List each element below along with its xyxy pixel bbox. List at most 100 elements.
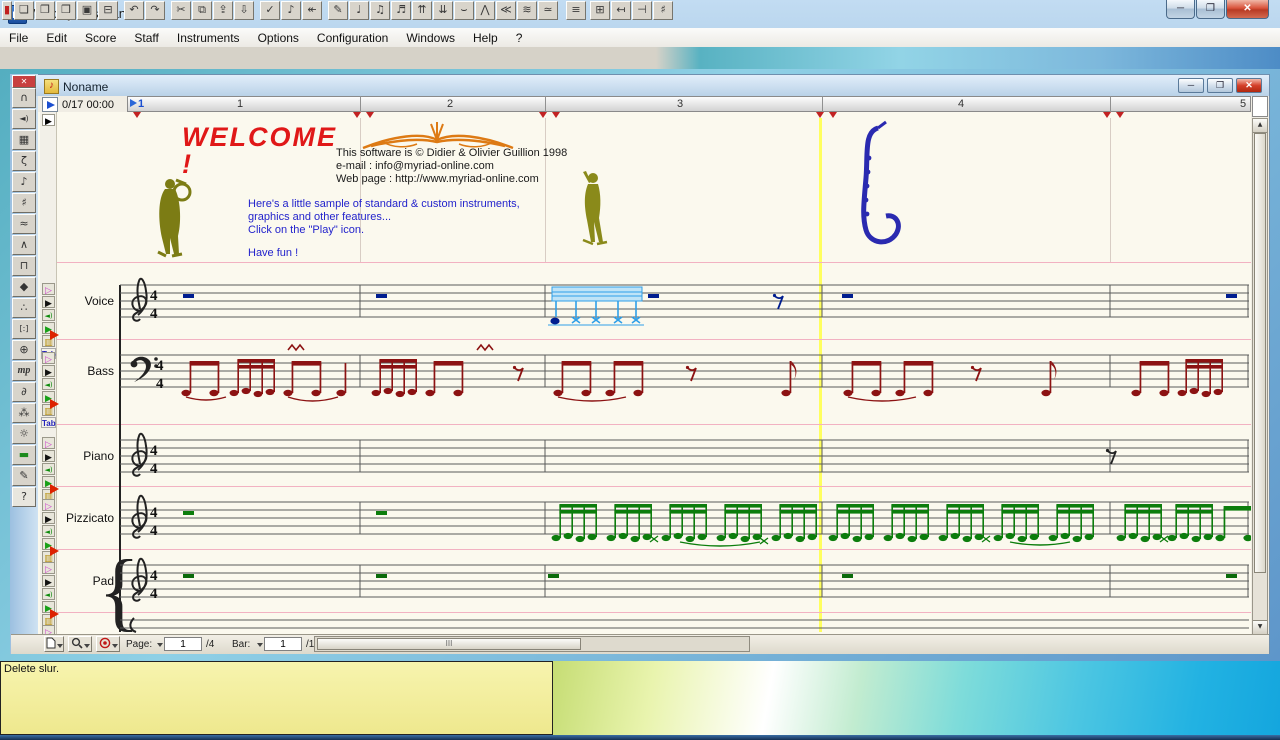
slur-tool-button[interactable]: ∩ bbox=[12, 88, 36, 108]
toolbar-undo-button[interactable]: ↶ bbox=[124, 1, 144, 20]
staff-pad[interactable]: 4 4 bbox=[120, 553, 1251, 615]
doc-minimize-button[interactable]: ─ bbox=[1178, 78, 1204, 93]
pizzicato-ghost-play[interactable]: ▷ bbox=[42, 499, 55, 511]
strip-header[interactable]: ▶ bbox=[42, 114, 55, 126]
piano-ghost-play[interactable]: ▷ bbox=[42, 437, 55, 449]
toolbox-close-button[interactable]: ✕ bbox=[12, 75, 36, 88]
toolbar-copy-button[interactable]: ⧉ bbox=[192, 1, 212, 20]
vertical-scrollbar-thumb[interactable] bbox=[1254, 133, 1266, 573]
menu-help[interactable]: Help bbox=[464, 29, 507, 47]
toolbar-print-button[interactable]: ⊟ bbox=[98, 1, 118, 20]
toolbar-tremolo-button[interactable]: ≋ bbox=[517, 1, 537, 20]
scatter-tool-button[interactable]: ∴ bbox=[12, 298, 36, 318]
settings-tool-button[interactable]: ☼ bbox=[12, 424, 36, 444]
toolbar-insert-note-button[interactable]: ♪ bbox=[281, 1, 301, 20]
page-mode-button[interactable] bbox=[44, 636, 64, 652]
close-button[interactable]: ✕ bbox=[1226, 0, 1269, 19]
notehead-tool-button[interactable]: ◆ bbox=[12, 277, 36, 297]
toolbar-open-file-button[interactable]: ❐ bbox=[35, 1, 55, 20]
pad-ghost-play[interactable]: ▷ bbox=[42, 562, 55, 574]
bar-caret-icon[interactable] bbox=[257, 643, 263, 647]
toolbar-split-voice-button[interactable]: ⋀ bbox=[475, 1, 495, 20]
bass-tab-button[interactable]: Tab bbox=[41, 417, 56, 428]
menu-score[interactable]: Score bbox=[76, 29, 125, 47]
dynamics-tool-button[interactable]: mp bbox=[12, 361, 36, 381]
audio-tool-button[interactable]: ◄) bbox=[12, 109, 36, 129]
toolbar-pen-button[interactable]: ✎ bbox=[328, 1, 348, 20]
page-input[interactable] bbox=[164, 637, 202, 651]
toolbar-previous-notes-button[interactable]: ↞ bbox=[302, 1, 322, 20]
menu-file[interactable]: File bbox=[0, 29, 37, 47]
gesture-tool-button[interactable]: ∂ bbox=[12, 382, 36, 402]
accent-tool-button[interactable]: ∧ bbox=[12, 235, 36, 255]
toolbar-sixteenth-notes-button[interactable]: ♬ bbox=[391, 1, 411, 20]
pen-tool-button[interactable]: ✎ bbox=[12, 466, 36, 486]
ensemble-tool-button[interactable]: ⁂ bbox=[12, 403, 36, 423]
doc-maximize-button[interactable]: ❐ bbox=[1207, 78, 1233, 93]
menu-options[interactable]: Options bbox=[249, 29, 308, 47]
toolbar-save-file-button[interactable]: ▣ bbox=[77, 1, 97, 20]
menu-configuration[interactable]: Configuration bbox=[308, 29, 397, 47]
toolbar-ornaments-button[interactable]: ≃ bbox=[538, 1, 558, 20]
pad-speaker[interactable]: ◄) bbox=[42, 588, 55, 600]
pad-play[interactable]: ▶ bbox=[42, 575, 55, 587]
toolbar-anchor-marker-button[interactable]: ▮ bbox=[2, 1, 12, 20]
pizzicato-play[interactable]: ▶ bbox=[42, 512, 55, 524]
menu-staff[interactable]: Staff bbox=[125, 29, 167, 47]
toolbar-stem-tool-button[interactable]: ⊣ bbox=[632, 1, 652, 20]
menu-question[interactable]: ? bbox=[507, 29, 532, 47]
voice-speaker[interactable]: ◄) bbox=[42, 309, 55, 321]
minimize-button[interactable]: ─ bbox=[1166, 0, 1195, 19]
bass-play[interactable]: ▶ bbox=[42, 365, 55, 377]
help-tool-button[interactable]: ? bbox=[12, 487, 36, 507]
vscroll-up-button[interactable]: ▲ bbox=[1253, 119, 1267, 133]
bar-input[interactable] bbox=[264, 637, 302, 651]
piano-speaker[interactable]: ◄) bbox=[42, 463, 55, 475]
voice-play[interactable]: ▶ bbox=[42, 296, 55, 308]
ruler-corner-box[interactable] bbox=[1252, 96, 1268, 117]
toolbar-new-file-button[interactable]: ❏ bbox=[14, 1, 34, 20]
record-target-button[interactable] bbox=[96, 636, 120, 652]
keyboard-tool-button[interactable]: ▦ bbox=[12, 130, 36, 150]
note-tool-button[interactable]: ♪ bbox=[12, 172, 36, 192]
toolbar-paste-special-button[interactable]: ⇩ bbox=[234, 1, 254, 20]
zoom-button[interactable] bbox=[68, 636, 92, 652]
toolbar-note-left-button[interactable]: ↤ bbox=[611, 1, 631, 20]
toolbar-crescendo-button[interactable]: ≪ bbox=[496, 1, 516, 20]
staff-pizzicato[interactable]: 4 4 bbox=[120, 490, 1251, 552]
toolbar-cut-button[interactable]: ✂ bbox=[171, 1, 191, 20]
toolbar-transpose-up-button[interactable]: ⇈ bbox=[412, 1, 432, 20]
staff-bass[interactable]: 4 4 bbox=[120, 343, 1251, 405]
toolbar-voice-assign-button[interactable]: ♯ bbox=[653, 1, 673, 20]
ruler-start-marker[interactable]: 1 bbox=[130, 98, 144, 110]
toolbar-close-file-button[interactable]: ❒ bbox=[56, 1, 76, 20]
piano-play[interactable]: ▶ bbox=[42, 450, 55, 462]
measure-ruler[interactable] bbox=[127, 96, 1251, 112]
target-tool-button[interactable]: ⊕ bbox=[12, 340, 36, 360]
play-button[interactable] bbox=[42, 97, 58, 112]
ornament-tool-button[interactable]: ≈ bbox=[12, 214, 36, 234]
vscroll-down-button[interactable]: ▼ bbox=[1253, 620, 1267, 634]
document-titlebar[interactable] bbox=[36, 75, 1269, 96]
toolbar-insert-staff-button[interactable]: ⊞ bbox=[590, 1, 610, 20]
voice-ghost-play[interactable]: ▷ bbox=[42, 283, 55, 295]
toolbar-note-pair-button[interactable]: ♫ bbox=[370, 1, 390, 20]
pizzicato-speaker[interactable]: ◄) bbox=[42, 525, 55, 537]
accidental-tool-button[interactable]: ♯ bbox=[12, 193, 36, 213]
menu-edit[interactable]: Edit bbox=[37, 29, 76, 47]
horizontal-scrollbar-thumb[interactable]: III bbox=[317, 638, 581, 650]
maximize-button[interactable]: ❐ bbox=[1196, 0, 1225, 19]
toolbar-redo-button[interactable]: ↷ bbox=[145, 1, 165, 20]
menu-windows[interactable]: Windows bbox=[397, 29, 464, 47]
staff-piano[interactable]: 4 4 bbox=[120, 428, 1251, 490]
slider-tool-button[interactable]: ▬ bbox=[12, 445, 36, 465]
menu-instruments[interactable]: Instruments bbox=[168, 29, 249, 47]
page-caret-icon[interactable] bbox=[157, 643, 163, 647]
doc-close-button[interactable]: ✕ bbox=[1236, 78, 1262, 93]
bass-ghost-play[interactable]: ▷ bbox=[42, 352, 55, 364]
toolbar-paste-button[interactable]: ⇪ bbox=[213, 1, 233, 20]
rest-tool-button[interactable]: ζ bbox=[12, 151, 36, 171]
bracket-tool-button[interactable]: ⊓ bbox=[12, 256, 36, 276]
staff-voice[interactable]: 4 4 bbox=[120, 273, 1251, 335]
toolbar-tie-button[interactable]: ⌣ bbox=[454, 1, 474, 20]
